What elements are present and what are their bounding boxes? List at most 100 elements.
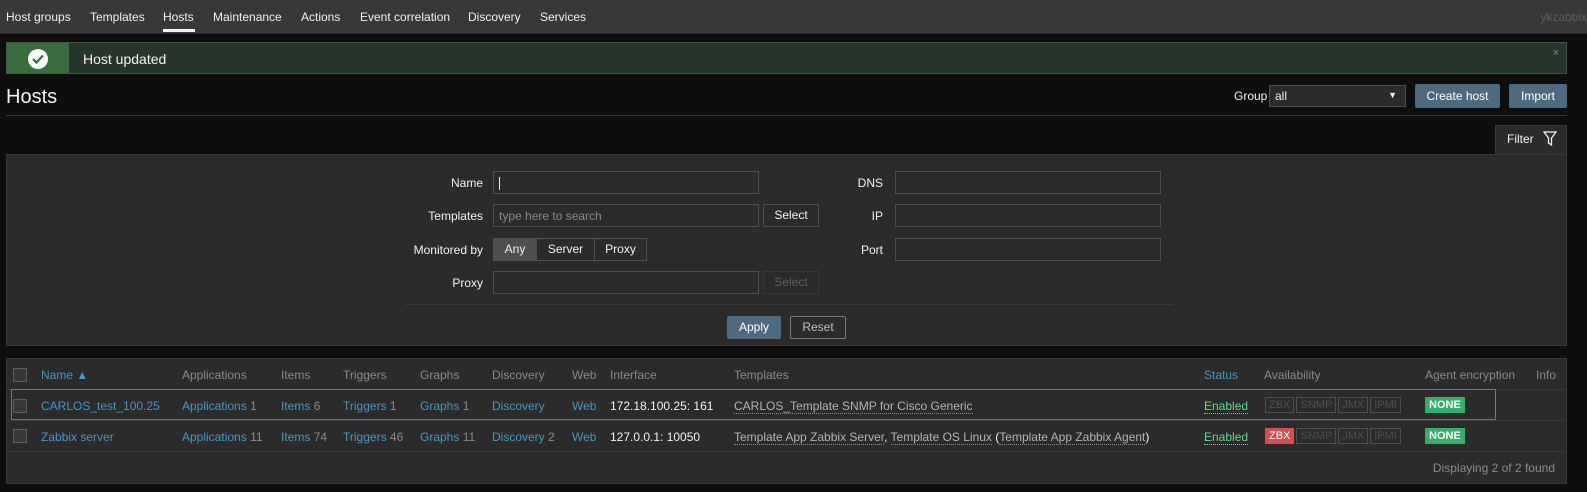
discovery-link[interactable]: Discovery (492, 430, 545, 444)
availability-cell: ZBX SNMP JMX IPMI (1265, 428, 1403, 444)
close-icon[interactable]: × (1553, 47, 1559, 59)
row-highlight-box (11, 389, 1496, 420)
proxy-label: Proxy (452, 276, 483, 290)
column-name[interactable]: Name ▲ (41, 368, 88, 382)
graphs-cell: Graphs 11 (420, 430, 475, 444)
username[interactable]: ykzabbix (1540, 10, 1587, 24)
apply-button[interactable]: Apply (727, 316, 781, 339)
template-link[interactable]: Template App Zabbix Server (734, 430, 885, 445)
graphs-count: 11 (462, 430, 476, 444)
text-cursor (499, 177, 500, 191)
check-icon (28, 49, 48, 69)
create-host-button[interactable]: Create host (1415, 84, 1500, 108)
group-label: Group (1234, 89, 1268, 103)
message-icon-box (7, 43, 69, 73)
nav-event-correlation[interactable]: Event correlation (360, 10, 450, 24)
group-select-value: all (1275, 89, 1288, 103)
header-divider (6, 115, 1567, 116)
applications-link[interactable]: Applications (182, 430, 247, 444)
interface-value: 127.0.0.1: 10050 (610, 430, 701, 444)
name-input[interactable] (493, 171, 759, 194)
port-input[interactable] (895, 238, 1161, 261)
nav-actions[interactable]: Actions (301, 10, 340, 24)
status-cell: Enabled (1204, 430, 1249, 445)
template-link[interactable]: Template App Zabbix Agent (999, 430, 1146, 445)
filter-divider (405, 304, 1173, 305)
select-all-checkbox[interactable] (13, 368, 27, 382)
triggers-count: 46 (389, 430, 404, 444)
items-cell: Items 74 (281, 430, 327, 444)
template-separator: , (884, 430, 891, 444)
column-availability: Availability (1264, 368, 1321, 382)
snmp-badge: SNMP (1296, 428, 1337, 444)
templates-cell: Template App Zabbix Server, Template OS … (734, 430, 1150, 445)
nav-services[interactable]: Services (540, 10, 586, 24)
dns-input[interactable] (895, 171, 1161, 194)
items-link[interactable]: Items (281, 430, 310, 444)
active-tab-indicator (163, 29, 195, 32)
row-divider (7, 451, 1566, 452)
ipmi-badge: IPMI (1370, 428, 1401, 444)
zbx-badge: ZBX (1265, 428, 1295, 444)
status-toggle[interactable]: Enabled (1204, 430, 1249, 445)
host-name-link[interactable]: Zabbix server (41, 430, 114, 444)
success-message: Host updated × (6, 42, 1567, 74)
web-link[interactable]: Web (572, 430, 596, 444)
jmx-badge: JMX (1338, 428, 1369, 444)
discovery-cell: Discovery 2 (492, 430, 555, 444)
dropdown-arrow-icon: ▼ (1388, 90, 1397, 100)
column-status[interactable]: Status (1204, 368, 1238, 382)
nav-host-groups[interactable]: Host groups (6, 10, 71, 24)
row-checkbox[interactable] (13, 429, 27, 443)
proxy-select-button[interactable]: Select (763, 271, 819, 294)
column-interface: Interface (610, 368, 657, 382)
discovery-count: 2 (548, 430, 555, 444)
message-text: Host updated (83, 51, 167, 67)
nav-hosts[interactable]: Hosts (163, 10, 194, 24)
encryption-cell: NONE (1425, 428, 1465, 444)
nav-discovery[interactable]: Discovery (468, 10, 521, 24)
ip-label: IP (871, 209, 883, 223)
column-graphs: Graphs (420, 368, 460, 382)
ip-input[interactable] (895, 204, 1161, 227)
nav-templates[interactable]: Templates (90, 10, 145, 24)
filter-tab[interactable]: Filter (1495, 125, 1567, 155)
column-discovery: Discovery (492, 368, 545, 382)
applications-count: 11 (250, 430, 263, 444)
hosts-table: Name ▲ Applications Items Triggers Graph… (6, 358, 1567, 484)
filter-panel: Name Templates type here to search Selec… (6, 154, 1567, 346)
encryption-badge: NONE (1425, 428, 1465, 444)
template-paren-close: ) (1145, 430, 1150, 444)
dns-label: DNS (857, 176, 883, 190)
monitored-server-option[interactable]: Server (536, 238, 595, 261)
monitored-by-label: Monitored by (413, 243, 483, 257)
triggers-link[interactable]: Triggers (343, 430, 387, 444)
column-applications: Applications (182, 368, 247, 382)
template-link[interactable]: Template OS Linux (890, 430, 992, 445)
name-label: Name (450, 176, 483, 190)
templates-label: Templates (428, 209, 483, 223)
monitored-any-option[interactable]: Any (493, 238, 537, 261)
items-count: 74 (313, 430, 328, 444)
results-count: Displaying 2 of 2 found (1432, 461, 1555, 475)
filter-tab-label: Filter (1507, 132, 1534, 146)
nav-maintenance[interactable]: Maintenance (213, 10, 282, 24)
group-select[interactable]: all ▼ (1269, 85, 1406, 107)
column-templates: Templates (734, 368, 789, 382)
funnel-icon (1543, 131, 1557, 147)
row-divider (7, 420, 1566, 421)
column-items: Items (281, 368, 311, 382)
monitored-proxy-option[interactable]: Proxy (594, 238, 647, 261)
import-button[interactable]: Import (1509, 84, 1567, 108)
applications-cell: Applications 11 (182, 430, 263, 444)
page-title: Hosts (6, 86, 58, 108)
reset-button[interactable]: Reset (790, 316, 846, 339)
column-web: Web (572, 368, 597, 382)
column-agent-encryption: Agent encryption (1425, 368, 1516, 382)
column-info: Info (1536, 368, 1557, 382)
templates-input[interactable]: type here to search (493, 204, 759, 227)
top-navigation: Host groups Templates Hosts Maintenance … (0, 0, 1587, 34)
port-label: Port (860, 243, 883, 257)
proxy-input[interactable] (493, 271, 759, 294)
graphs-link[interactable]: Graphs (420, 430, 459, 444)
